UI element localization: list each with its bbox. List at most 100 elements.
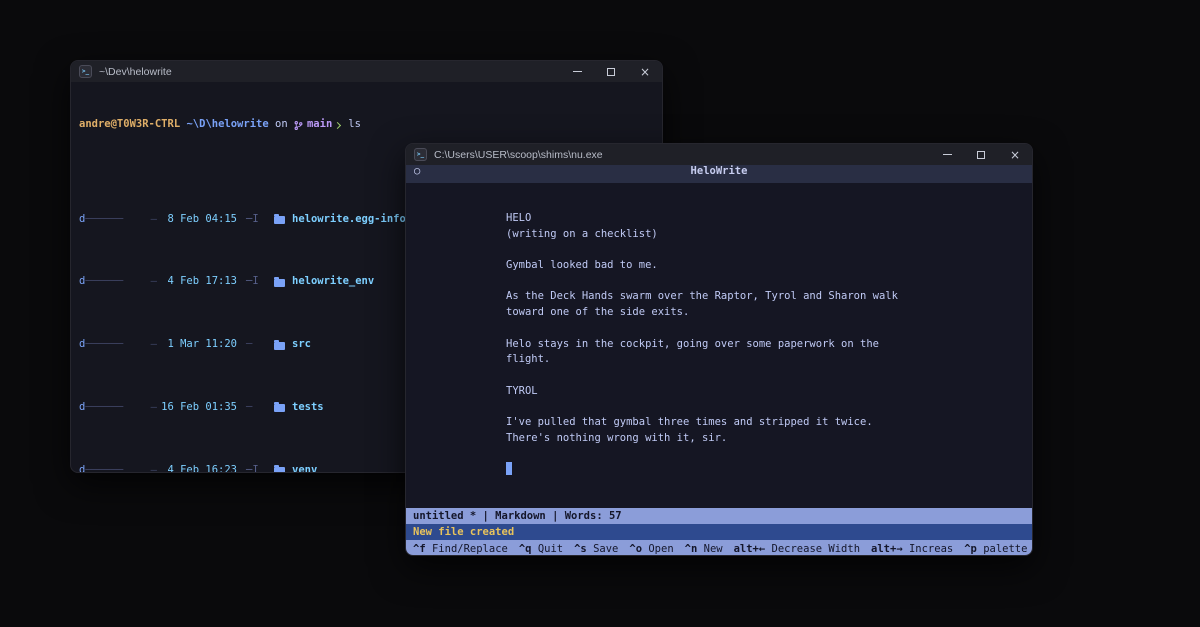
text-cursor <box>506 462 512 475</box>
git-status: ─I <box>246 275 259 288</box>
maximize-icon <box>607 67 615 76</box>
shortcut-label: palette <box>976 542 1028 555</box>
prompt-path: ~\D\helowrite <box>186 118 269 131</box>
close-button[interactable]: × <box>998 144 1032 165</box>
shortcut-label: New <box>697 542 723 555</box>
editor-line: There's nothing wrong with it, sir. <box>506 431 728 444</box>
minimize-button[interactable] <box>930 144 964 165</box>
shortcut-hint: ^p palette <box>964 543 1027 555</box>
permissions: d────── <box>79 212 125 228</box>
shortcut-key: ^s <box>574 542 587 555</box>
git-status: ─ <box>246 338 253 351</box>
editor-lines: HELO (writing on a checklist) Gymbal looke… <box>506 211 1022 462</box>
shortcut-label: Open <box>642 542 674 555</box>
shortcut-hint: ^q Quit <box>519 543 563 555</box>
file-date: 4 Feb 16:23 <box>167 463 237 473</box>
perm-part: ────── <box>85 401 124 413</box>
minimize-icon <box>942 154 952 155</box>
shortcut-hint: alt+→ Increas <box>871 543 953 555</box>
git-branch: main <box>294 117 332 133</box>
maximize-icon <box>977 150 985 159</box>
branch-name: main <box>306 118 333 131</box>
maximize-button[interactable] <box>964 144 998 165</box>
file-size: – <box>150 275 157 288</box>
file-size: – <box>150 338 157 351</box>
window-caption-buttons: × <box>930 144 1032 165</box>
typed-command: ls <box>348 118 361 131</box>
file-name-cell: tests <box>274 400 324 416</box>
file-name-cell: src <box>274 337 311 353</box>
shortcut-key: ^n <box>684 542 698 555</box>
prompt-line: andre@T0W3R-CTRL ~\D\helowrite on main l… <box>79 117 662 133</box>
shortcut-key: ^o <box>629 542 643 555</box>
minimize-button[interactable] <box>560 61 594 82</box>
app-title: HeloWrite <box>690 165 748 177</box>
editor-window-title: C:\Users\USER\scoop\shims\nu.exe <box>434 148 603 161</box>
file-date: 4 Feb 17:13 <box>167 275 237 288</box>
shortcut-label: Increas <box>902 542 954 555</box>
status-indicator-icon: ○ <box>414 165 421 177</box>
shortcut-label: Save <box>586 542 619 555</box>
perm-part: ────── <box>85 275 124 288</box>
git-status: ─I <box>246 463 259 473</box>
editor-line: Gymbal looked bad to me. <box>506 259 658 272</box>
editor-line: flight. <box>506 353 551 366</box>
file-name: helowrite.egg-info <box>292 212 406 225</box>
shortcut-key: ^p <box>964 542 977 555</box>
editor-line: HELO <box>506 212 532 224</box>
editor-shortcut-bar: ^f Find/Replace ^q Quit ^s Save ^o Open ^n N… <box>406 540 1032 555</box>
terminal-titlebar[interactable]: >_ ~\Dev\helowrite × <box>71 61 662 82</box>
editor-header-bar: ○ HeloWrite <box>406 165 1032 183</box>
shortcut-key: alt+→ <box>871 542 903 555</box>
file-size: – <box>150 463 157 473</box>
editor-window: >_ C:\Users\USER\scoop\shims\nu.exe × ○ … <box>405 143 1033 556</box>
window-caption-buttons: × <box>560 61 662 82</box>
git-status: ─I <box>246 212 259 225</box>
editor-line: As the Deck Hands swarm over the Raptor,… <box>506 290 898 303</box>
perm-part: ────── <box>85 212 124 225</box>
minimize-icon <box>572 71 582 72</box>
desktop: >_ ~\Dev\helowrite × andre@T0W3R-CTRL ~\… <box>0 0 1200 627</box>
terminal-app-icon: >_ <box>79 65 92 78</box>
perm-part: ────── <box>85 338 124 351</box>
editor-text-area[interactable]: HELO (writing on a checklist) Gymbal looke… <box>406 183 1032 508</box>
file-date: 16 Feb 01:35 <box>161 401 237 413</box>
file-name-cell: helowrite.egg-info <box>274 212 406 228</box>
file-size: – <box>150 212 157 225</box>
prompt-user: andre@T0W3R-CTRL <box>79 118 181 131</box>
folder-icon <box>274 402 285 413</box>
nu-app-icon: >_ <box>414 148 427 161</box>
maximize-button[interactable] <box>594 61 628 82</box>
cursor-line <box>506 462 1022 478</box>
prompt-chevron-icon <box>334 121 342 129</box>
shortcut-label: Quit <box>531 542 564 555</box>
file-size: – <box>150 401 157 413</box>
permissions: d────── <box>79 463 125 473</box>
permissions: d────── <box>79 400 125 416</box>
file-name: src <box>292 338 311 351</box>
close-button[interactable]: × <box>628 61 662 82</box>
permissions: d────── <box>79 274 125 290</box>
editor-titlebar[interactable]: >_ C:\Users\USER\scoop\shims\nu.exe × <box>406 144 1032 165</box>
shortcut-hint: ^f Find/Replace <box>413 543 508 555</box>
git-branch-icon <box>294 120 303 130</box>
editor-line: I've pulled that gymbal three times and … <box>506 415 873 428</box>
file-name: tests <box>292 401 324 413</box>
folder-icon <box>274 465 285 472</box>
prompt-on-word: on <box>275 118 288 131</box>
file-date: 1 Mar 11:20 <box>167 338 237 351</box>
shortcut-key: ^q <box>518 542 532 555</box>
git-status: ─ <box>246 401 253 413</box>
editor-line: toward one of the side exits. <box>506 306 690 319</box>
editor-line: Helo stays in the cockpit, going over so… <box>506 337 879 350</box>
perm-part: ────── <box>85 463 124 473</box>
editor-line: TYROL <box>506 384 538 397</box>
editor-line: (writing on a checklist) <box>506 227 658 240</box>
shortcut-hint: alt+← Decrease Width <box>734 543 860 555</box>
shortcut-hint: ^o Open <box>629 543 673 555</box>
